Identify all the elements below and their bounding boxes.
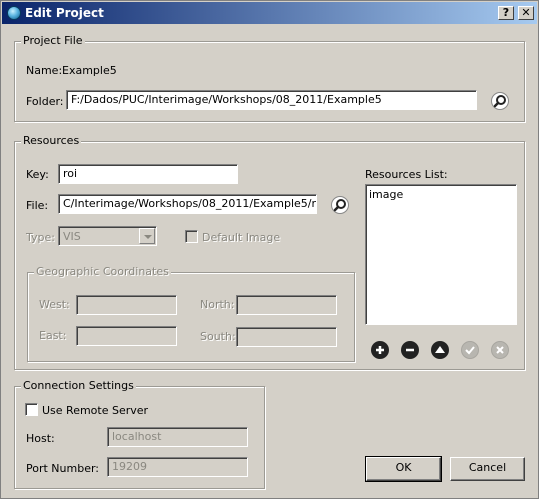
magnifier-icon xyxy=(333,199,346,212)
check-icon xyxy=(465,346,475,355)
west-label: West: xyxy=(39,298,70,311)
type-label: Type: xyxy=(26,231,55,244)
west-field[interactable] xyxy=(76,295,177,315)
resources-group: Resources Key: roi File: C/Interimage/Wo… xyxy=(14,134,525,370)
add-resource-button[interactable] xyxy=(371,341,389,359)
plus-icon xyxy=(376,346,384,354)
help-button[interactable]: ? xyxy=(498,6,514,20)
list-item[interactable]: image xyxy=(369,188,403,201)
chevron-down-icon[interactable] xyxy=(139,228,155,244)
key-field[interactable]: roi xyxy=(58,164,238,184)
use-remote-server-checkbox[interactable] xyxy=(25,403,38,416)
x-icon xyxy=(496,346,504,354)
name-label: Name: xyxy=(26,64,63,77)
north-label: North: xyxy=(200,298,235,311)
north-field[interactable] xyxy=(236,295,337,315)
type-select[interactable]: VIS xyxy=(58,226,157,246)
key-label: Key: xyxy=(26,168,49,181)
file-field[interactable]: C/Interimage/Workshops/08_2011/Example5/… xyxy=(58,194,317,214)
remove-resource-button[interactable] xyxy=(401,341,419,359)
use-remote-server-label: Use Remote Server xyxy=(42,404,149,417)
host-label: Host: xyxy=(26,432,55,445)
edit-project-dialog: Edit Project ? ✕ Project File Name: Exam… xyxy=(0,0,539,499)
app-icon xyxy=(7,6,21,20)
host-field[interactable]: localhost xyxy=(107,427,248,447)
cancel-resource-button[interactable] xyxy=(491,341,509,359)
close-button[interactable]: ✕ xyxy=(518,6,534,20)
resources-list[interactable]: image xyxy=(365,184,517,325)
folder-label: Folder: xyxy=(26,95,64,108)
title-bar[interactable]: Edit Project ? ✕ xyxy=(2,2,537,24)
project-file-group: Project File Name: Example5 Folder: F:/D… xyxy=(14,34,525,122)
east-label: East: xyxy=(39,329,67,342)
connection-settings-legend: Connection Settings xyxy=(21,379,136,392)
geo-coordinates-group: Geographic Coordinates West: North: East… xyxy=(27,265,355,362)
connection-settings-group: Connection Settings Use Remote Server Ho… xyxy=(14,379,265,489)
move-up-button[interactable] xyxy=(431,341,449,359)
geo-coordinates-legend: Geographic Coordinates xyxy=(34,265,171,278)
resources-legend: Resources xyxy=(21,134,82,147)
project-file-legend: Project File xyxy=(21,34,85,47)
folder-field[interactable]: F:/Dados/PUC/Interimage/Workshops/08_201… xyxy=(66,90,477,110)
south-field[interactable] xyxy=(236,327,337,347)
minus-icon xyxy=(406,348,414,352)
south-label: South: xyxy=(200,330,236,343)
file-browse-button[interactable] xyxy=(331,196,349,214)
east-field[interactable] xyxy=(76,326,177,346)
arrow-up-icon xyxy=(435,346,445,353)
window-title: Edit Project xyxy=(25,6,104,20)
cancel-button[interactable]: Cancel xyxy=(450,457,525,481)
folder-browse-button[interactable] xyxy=(491,92,509,110)
ok-button[interactable]: OK xyxy=(365,456,442,482)
default-image-label: Default Image xyxy=(202,231,281,244)
confirm-resource-button[interactable] xyxy=(461,341,479,359)
port-number-label: Port Number: xyxy=(26,462,100,475)
port-number-field[interactable]: 19209 xyxy=(107,457,248,477)
name-value: Example5 xyxy=(62,64,117,77)
file-label: File: xyxy=(26,199,49,212)
type-value: VIS xyxy=(63,230,81,243)
resources-list-label: Resources List: xyxy=(365,168,448,181)
default-image-checkbox[interactable] xyxy=(185,230,198,243)
magnifier-icon xyxy=(493,95,506,108)
